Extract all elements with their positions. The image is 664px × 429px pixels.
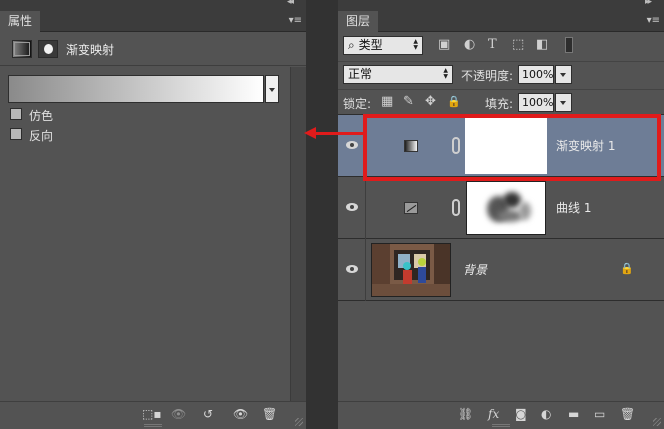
- gradient-picker[interactable]: [8, 75, 280, 103]
- properties-tabbar: 属性 ▾≡: [0, 11, 306, 32]
- mask-shape: [519, 202, 531, 220]
- panel-menu-icon[interactable]: ▾≡: [289, 11, 302, 31]
- fill-label: 填充:: [485, 97, 514, 111]
- new-adjustment-layer-icon[interactable]: ◐: [541, 407, 551, 421]
- delete-layer-icon[interactable]: 🗑: [620, 407, 635, 421]
- properties-scrollbar[interactable]: [290, 67, 306, 401]
- layer-name[interactable]: 背景: [463, 261, 487, 278]
- dither-label: 仿色: [29, 109, 54, 123]
- reverse-checkbox[interactable]: [10, 128, 22, 140]
- filter-image-icon[interactable]: ▣: [438, 37, 450, 53]
- link-layers-icon[interactable]: ⛓: [458, 407, 473, 421]
- fill-input[interactable]: 100%: [518, 93, 554, 112]
- layers-panel: ▸▸ 图层 ▾≡ ⌕ 类型 ▲ ▼ ▣ ◐ T ⬚ ◧ 正常 ▲ ▼ 不透明度: 1…: [338, 0, 664, 429]
- annotation-highlight-box: [363, 114, 661, 181]
- layer-locked-icon: 🔒: [620, 262, 634, 275]
- new-layer-icon[interactable]: ▭: [594, 407, 605, 421]
- eye-icon[interactable]: [346, 265, 358, 273]
- filter-kind-select[interactable]: ⌕ 类型 ▲ ▼: [343, 36, 423, 55]
- properties-title: 渐变映射: [66, 43, 115, 57]
- layer-filter-row: ⌕ 类型 ▲ ▼ ▣ ◐ T ⬚ ◧: [338, 33, 664, 59]
- tab-properties[interactable]: 属性: [0, 11, 41, 32]
- gradient-preview-bar[interactable]: [8, 75, 264, 103]
- layers-footer: ⛓ fx ◙ ◐ ▬ ▭ 🗑: [338, 401, 664, 429]
- mask-shape: [503, 192, 521, 208]
- add-mask-icon[interactable]: ◙: [515, 407, 527, 421]
- properties-footer: ⬚▪ 👁 ↺ 👁 🗑: [0, 401, 306, 429]
- eye-icon[interactable]: [346, 203, 358, 211]
- collapse-icon[interactable]: ▸▸: [645, 0, 652, 7]
- lock-transparent-pixels-icon[interactable]: ▦: [381, 94, 393, 110]
- resize-grip[interactable]: [144, 424, 162, 427]
- view-previous-state-icon[interactable]: 👁: [171, 407, 186, 421]
- layer-row-curves[interactable]: 曲线 1: [338, 177, 664, 239]
- layer-style-fx-icon[interactable]: fx: [488, 407, 499, 421]
- filter-kind-value: 类型: [358, 38, 383, 52]
- collapse-strip[interactable]: ▸▸: [338, 0, 664, 11]
- filter-adjustment-icon[interactable]: ◐: [464, 37, 475, 53]
- properties-body: 仿色 反向: [0, 67, 290, 401]
- gradient-dropdown-button[interactable]: [265, 75, 279, 103]
- layers-tabbar: 图层 ▾≡: [338, 11, 664, 32]
- reset-icon[interactable]: ↺: [203, 407, 213, 421]
- blend-mode-value: 正常: [348, 67, 373, 81]
- annotation-arrow-line: [314, 132, 364, 135]
- curves-layer-icon: [404, 202, 418, 214]
- filter-toggle-switch[interactable]: [565, 37, 573, 53]
- mask-icon[interactable]: [38, 40, 58, 58]
- filter-type-icon[interactable]: T: [488, 37, 497, 53]
- visibility-toggle[interactable]: [338, 177, 366, 239]
- visibility-icon[interactable]: 👁: [233, 407, 248, 421]
- eye-icon[interactable]: [346, 141, 358, 149]
- gradient-map-adjustment-icon[interactable]: [12, 40, 32, 58]
- properties-header: 渐变映射: [0, 32, 306, 66]
- lock-all-icon[interactable]: 🔒: [447, 94, 461, 110]
- collapse-icon[interactable]: ◂◂: [287, 0, 294, 7]
- opacity-dropdown-button[interactable]: [555, 65, 572, 84]
- photo-thumbnail-image: [372, 244, 450, 296]
- chain-link-icon[interactable]: [452, 199, 460, 216]
- clip-to-layer-icon[interactable]: ⬚▪: [142, 407, 161, 421]
- layer-row-background[interactable]: 背景 🔒: [338, 239, 664, 301]
- resize-grip[interactable]: [492, 424, 510, 427]
- dither-checkbox[interactable]: [10, 108, 22, 120]
- opacity-input[interactable]: 100%: [518, 65, 554, 84]
- opacity-label: 不透明度:: [461, 69, 514, 83]
- filter-smart-object-icon[interactable]: ◧: [536, 37, 548, 53]
- annotation-arrow-head: [304, 127, 316, 139]
- lock-row: 锁定: ▦ ✎ ✥ 🔒 填充: 100%: [338, 89, 664, 113]
- blend-row: 正常 ▲ ▼ 不透明度: 100%: [338, 61, 664, 85]
- search-icon: ⌕: [348, 38, 355, 52]
- fill-dropdown-button[interactable]: [555, 93, 572, 112]
- tab-layers[interactable]: 图层: [338, 11, 379, 32]
- select-arrows-icon: ▲ ▼: [443, 67, 448, 80]
- blend-mode-select[interactable]: 正常 ▲ ▼: [343, 65, 453, 84]
- lock-position-icon[interactable]: ✥: [425, 94, 436, 110]
- select-arrows-icon: ▲ ▼: [413, 38, 418, 51]
- new-group-icon[interactable]: ▬: [568, 407, 579, 421]
- layer-name[interactable]: 曲线 1: [556, 199, 591, 216]
- panel-menu-icon[interactable]: ▾≡: [647, 11, 660, 31]
- lock-image-pixels-icon[interactable]: ✎: [403, 94, 414, 110]
- properties-panel: ◂◂ 属性 ▾≡ 渐变映射 仿色 反向 ⬚▪ 👁 ↺ 👁 🗑: [0, 0, 306, 429]
- resize-corner[interactable]: [653, 418, 661, 426]
- resize-corner[interactable]: [295, 418, 303, 426]
- collapse-strip[interactable]: ◂◂: [0, 0, 306, 11]
- lock-label: 锁定:: [343, 97, 372, 111]
- filter-shape-icon[interactable]: ⬚: [512, 37, 524, 53]
- layer-mask-thumbnail[interactable]: [466, 181, 546, 235]
- visibility-toggle[interactable]: [338, 115, 366, 177]
- trash-icon[interactable]: 🗑: [262, 407, 277, 421]
- background-photo-thumbnail[interactable]: [371, 243, 451, 297]
- visibility-toggle[interactable]: [338, 239, 366, 301]
- reverse-label: 反向: [29, 129, 54, 143]
